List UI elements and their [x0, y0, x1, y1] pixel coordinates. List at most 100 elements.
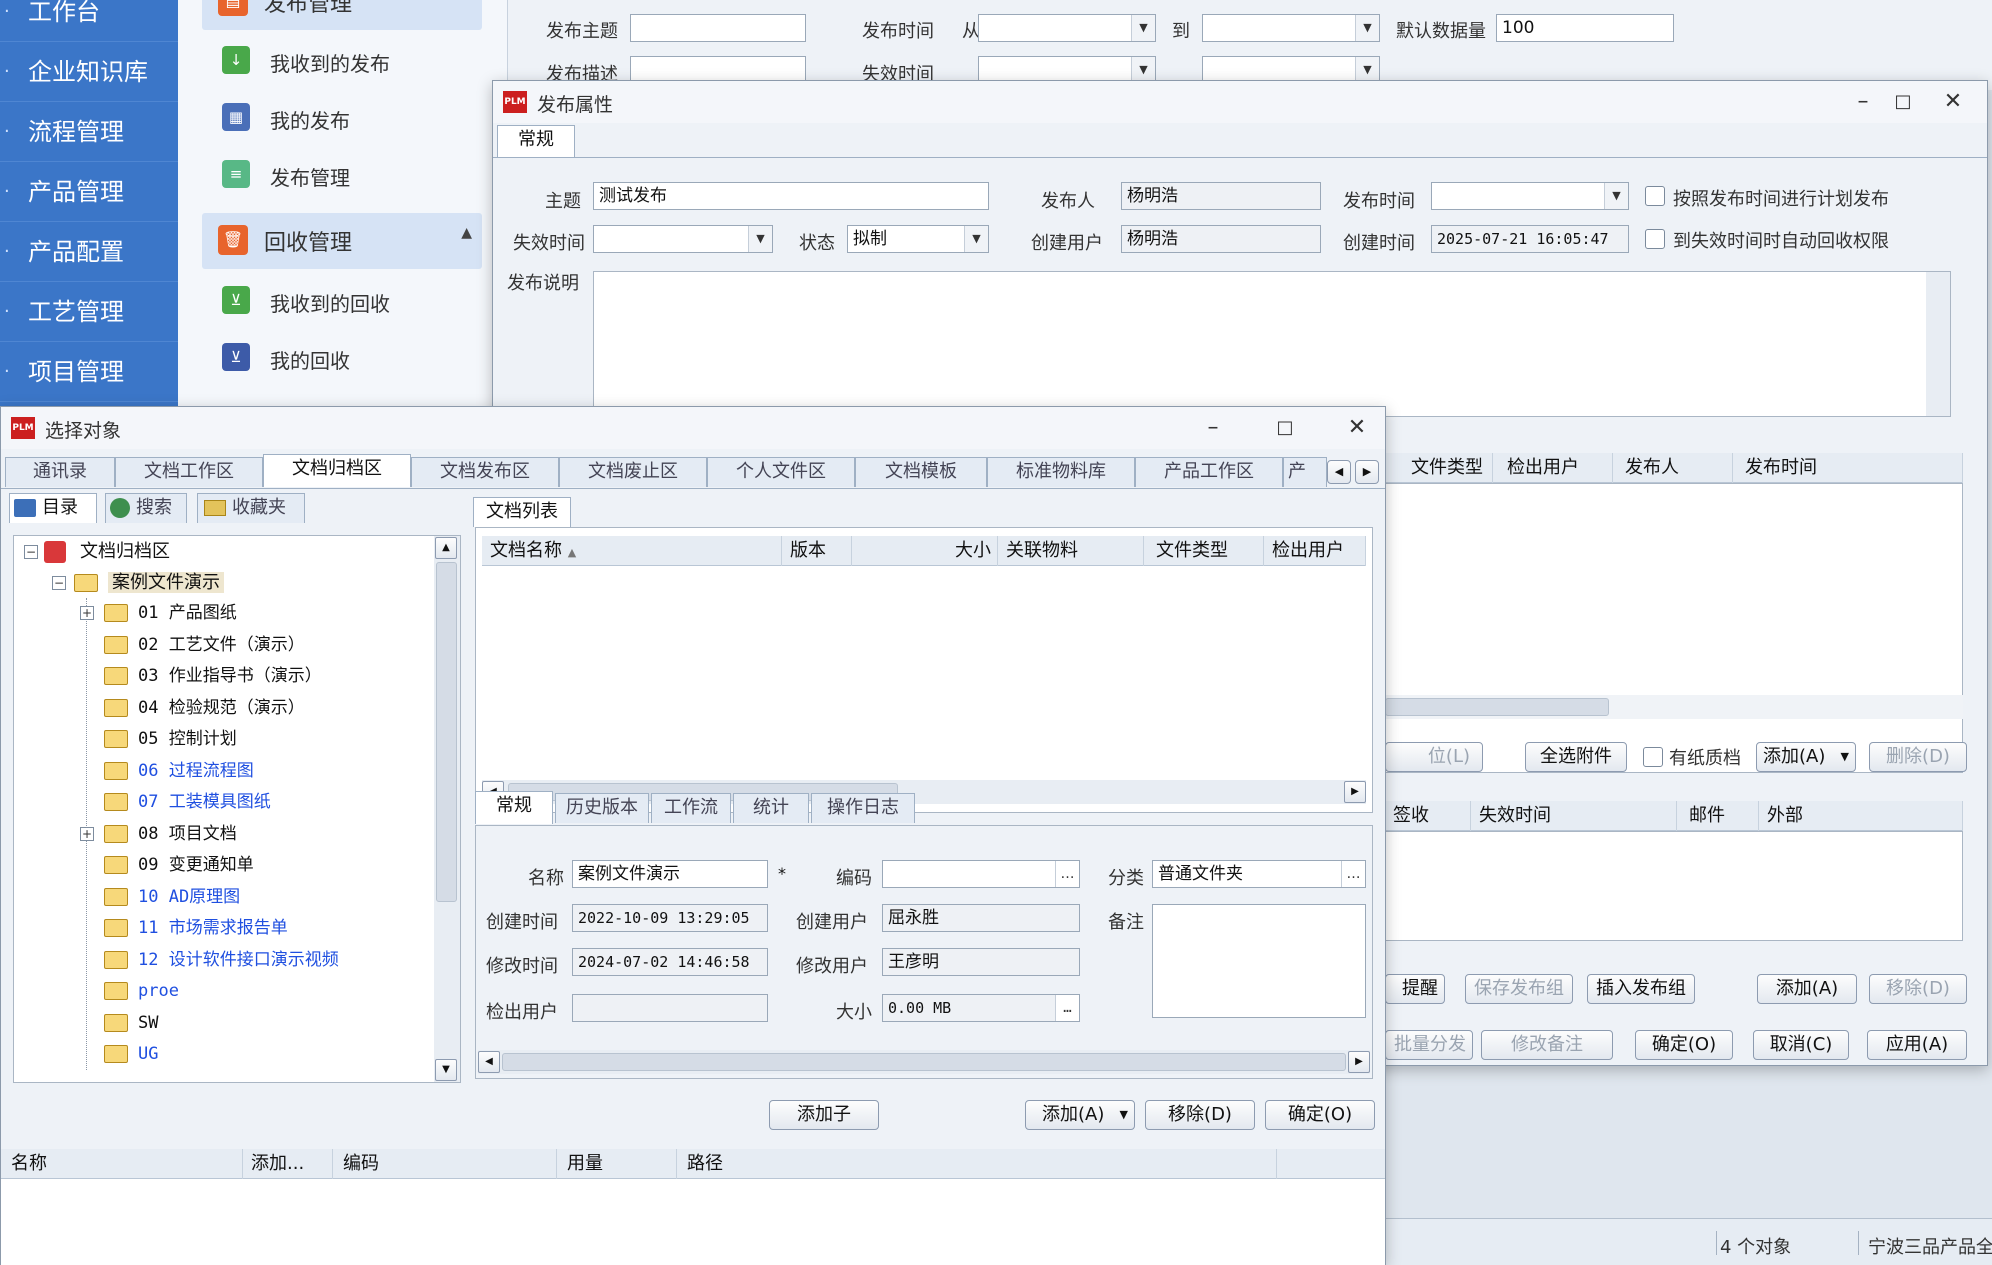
col-header[interactable]: 检出用户	[1264, 536, 1366, 566]
tree-root[interactable]: 文档归档区	[44, 537, 170, 567]
tree-folder-item[interactable]: UG	[104, 1039, 158, 1069]
tab-std-material[interactable]: 标准物料库	[987, 457, 1135, 487]
tab-product-more[interactable]: 产	[1283, 457, 1327, 487]
col-header[interactable]: 失效时间	[1471, 801, 1677, 831]
col-header[interactable]: 用量	[557, 1149, 677, 1179]
tab-statistics[interactable]: 统计	[733, 793, 809, 823]
maximize-icon[interactable]: □	[1265, 411, 1305, 445]
col-header[interactable]: 外部	[1759, 801, 1963, 831]
tab-doc-release[interactable]: 文档发布区	[411, 457, 559, 487]
tree-folder-item[interactable]: 11 市场需求报告单	[104, 913, 288, 943]
tab-doc-archive[interactable]: 文档归档区	[263, 454, 411, 487]
remove-button[interactable]: 移除(D)	[1145, 1100, 1255, 1130]
delete-button[interactable]: 删除(D)	[1869, 742, 1967, 772]
tab-favorites[interactable]: 收藏夹	[197, 493, 305, 523]
detail-hscroll[interactable]: ◀ ▶	[478, 1050, 1370, 1074]
count-input[interactable]: 100	[1496, 14, 1674, 42]
nav-item-config[interactable]: · 产品配置	[0, 222, 178, 282]
cancel-button[interactable]: 取消(C)	[1753, 1030, 1849, 1060]
col-header[interactable]: 邮件	[1677, 801, 1759, 831]
desc-textarea[interactable]	[593, 271, 1951, 417]
release-time-select[interactable]: ▼	[1431, 182, 1629, 210]
tab-history[interactable]: 历史版本	[555, 793, 649, 823]
code-input[interactable]: …	[882, 860, 1080, 888]
tree-folder-item[interactable]: 03 作业指导书（演示）	[104, 661, 322, 691]
tab-detail-general[interactable]: 常规	[475, 791, 553, 824]
tree-folder-item[interactable]: 02 工艺文件（演示）	[104, 630, 305, 660]
add-button[interactable]: 添加(A) ▼	[1025, 1100, 1135, 1130]
scroll-thumb[interactable]	[1385, 698, 1609, 716]
state-select[interactable]: 拟制 ▼	[847, 225, 989, 253]
scroll-thumb[interactable]	[502, 1053, 1346, 1071]
col-header[interactable]: 签收	[1385, 801, 1471, 831]
sub-item-received-release[interactable]: ↓ 我收到的发布	[222, 40, 482, 80]
nav-item-product[interactable]: · 产品管理	[0, 162, 178, 222]
col-header[interactable]: 发布时间	[1733, 453, 1963, 483]
scroll-up-icon[interactable]: ▲	[435, 537, 457, 559]
minimize-icon[interactable]: –	[1193, 411, 1233, 445]
nav-item-workbench[interactable]: · 工作台	[0, 0, 178, 42]
sub-item-received-recycle[interactable]: ⊻ 我收到的回收	[222, 280, 482, 320]
tab-doc-workspace[interactable]: 文档工作区	[115, 457, 263, 487]
group-release-header[interactable]: ▤ 发布管理 ▲	[202, 0, 482, 30]
expand-icon[interactable]: +	[80, 826, 94, 841]
ellipsis-icon[interactable]: …	[1341, 861, 1365, 887]
group-recycle-header[interactable]: 🗑 回收管理 ▲	[202, 213, 482, 269]
col-header[interactable]: 关联物料	[998, 536, 1144, 566]
tree-folder-item[interactable]: 08 项目文档	[104, 819, 237, 849]
scroll-thumb[interactable]	[436, 562, 457, 902]
tab-doc-obsolete[interactable]: 文档废止区	[559, 457, 707, 487]
batch-distribute-button[interactable]: 批量分发	[1385, 1030, 1473, 1060]
col-header[interactable]: 检出用户	[1493, 453, 1613, 483]
tab-next-icon[interactable]: ▶	[1355, 460, 1379, 484]
col-header[interactable]: 编码	[333, 1149, 557, 1179]
ok-button[interactable]: 确定(O)	[1635, 1030, 1733, 1060]
paper-checkbox[interactable]	[1643, 747, 1663, 767]
tab-general[interactable]: 常规	[497, 125, 575, 158]
nav-item-project[interactable]: · 项目管理	[0, 342, 178, 402]
nav-item-process[interactable]: · 工艺管理	[0, 282, 178, 342]
scroll-left-icon[interactable]: ◀	[478, 1051, 500, 1073]
time-to-select[interactable]: ▼	[1202, 14, 1380, 42]
maximize-icon[interactable]: □	[1883, 85, 1923, 119]
name-input[interactable]: 案例文件演示	[572, 860, 768, 888]
minimize-icon[interactable]: –	[1843, 85, 1883, 119]
sub-item-release-manage[interactable]: ≡ 发布管理	[222, 154, 482, 194]
edit-note-button[interactable]: 修改备注	[1481, 1030, 1613, 1060]
col-header[interactable]: 路径	[677, 1149, 1277, 1179]
schedule-checkbox[interactable]	[1645, 186, 1665, 206]
tab-workflow[interactable]: 工作流	[651, 793, 731, 823]
close-icon[interactable]: ✕	[1337, 411, 1377, 445]
tree-folder-item[interactable]: 07 工装模具图纸	[104, 787, 271, 817]
close-icon[interactable]: ✕	[1933, 85, 1973, 119]
sub-item-my-release[interactable]: ▦ 我的发布	[222, 97, 482, 137]
col-header[interactable]: 版本	[782, 536, 852, 566]
tab-doc-template[interactable]: 文档模板	[855, 457, 987, 487]
expand-icon[interactable]: +	[80, 606, 94, 620]
tab-doc-list[interactable]: 文档列表	[473, 497, 571, 527]
apply-button[interactable]: 应用(A)	[1867, 1030, 1967, 1060]
subject-input[interactable]: 测试发布	[593, 182, 989, 210]
tree-folder-item[interactable]: proe	[104, 976, 179, 1006]
tree-folder-item[interactable]: SW	[104, 1008, 158, 1038]
select-all-button[interactable]: 全选附件	[1525, 742, 1627, 772]
desc-scrollbar[interactable]	[1926, 272, 1950, 416]
tab-operation-log[interactable]: 操作日志	[811, 793, 915, 823]
tab-directory[interactable]: 目录	[9, 493, 97, 523]
add-child-button[interactable]: 添加子	[769, 1100, 879, 1130]
nav-item-workflow[interactable]: · 流程管理	[0, 102, 178, 162]
tab-prev-icon[interactable]: ◀	[1327, 460, 1351, 484]
subject-input[interactable]	[630, 14, 806, 42]
tree-folder-item[interactable]: 10 AD原理图	[104, 882, 240, 912]
tree-folder-item[interactable]: 04 检验规范（演示）	[104, 693, 305, 723]
save-group-button[interactable]: 保存发布组	[1465, 974, 1573, 1004]
scroll-down-icon[interactable]: ▼	[435, 1059, 457, 1081]
collapse-icon[interactable]: −	[52, 576, 66, 590]
sub-item-my-recycle[interactable]: ⊻ 我的回收	[222, 337, 482, 377]
col-header[interactable]: 添加...	[243, 1149, 333, 1179]
expire-select[interactable]: ▼	[593, 225, 773, 253]
add-recipient-button[interactable]: 添加(A)	[1757, 974, 1857, 1004]
tab-product-workspace[interactable]: 产品工作区	[1135, 457, 1283, 487]
col-header[interactable]: 文件类型	[1385, 453, 1493, 483]
auto-recycle-checkbox[interactable]	[1645, 229, 1665, 249]
